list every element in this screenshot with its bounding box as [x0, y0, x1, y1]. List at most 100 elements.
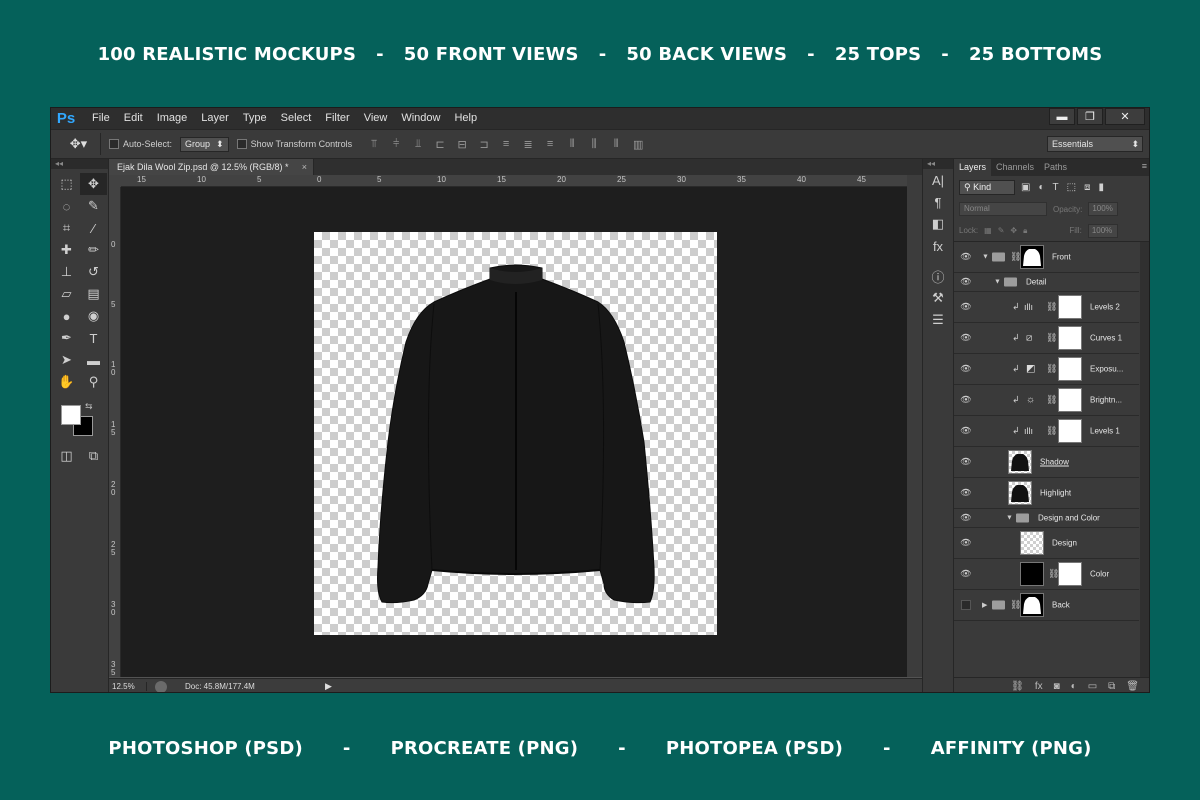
eye-icon[interactable]: 👁︎	[959, 302, 973, 313]
move-tool-icon[interactable]: ✥	[80, 173, 107, 195]
hand-tool-icon[interactable]: ✋	[53, 371, 80, 393]
layer-row[interactable]: 👁︎ ▼ Detail	[954, 273, 1139, 292]
restore-button[interactable]: ❐	[1077, 108, 1103, 125]
eye-icon[interactable]: 👁︎	[959, 457, 973, 468]
distribute-bottom-icon[interactable]: ≡	[544, 138, 556, 151]
adjustment-filter-icon[interactable]: ◐	[1038, 182, 1044, 193]
path-selection-tool-icon[interactable]: ➤	[53, 349, 80, 371]
document-canvas[interactable]	[314, 232, 717, 635]
menu-image[interactable]: Image	[150, 108, 195, 129]
eye-icon[interactable]: 👁︎	[959, 364, 973, 375]
close-button[interactable]: ✕	[1105, 108, 1145, 125]
rectangle-tool-icon[interactable]: ▬	[80, 349, 107, 371]
canvas-vertical-scrollbar[interactable]	[907, 175, 922, 677]
visibility-toggle[interactable]	[961, 600, 971, 610]
distribute-hcenter-icon[interactable]: ⫼	[588, 138, 600, 151]
add-mask-icon[interactable]: ◙	[1054, 681, 1060, 692]
expand-arrow-icon[interactable]: ▼	[982, 254, 989, 261]
glyphs-panel-icon[interactable]: ◧	[923, 213, 953, 235]
type-tool-icon[interactable]: T	[80, 327, 107, 349]
quick-select-tool-icon[interactable]: ✎	[80, 195, 107, 217]
menu-view[interactable]: View	[357, 108, 395, 129]
menu-type[interactable]: Type	[236, 108, 274, 129]
layers-scrollbar[interactable]	[1140, 242, 1149, 677]
expand-arrow-icon[interactable]: ▼	[994, 279, 1001, 286]
lock-position-icon[interactable]: ✥	[1010, 226, 1017, 235]
blur-tool-icon[interactable]: ●	[53, 305, 80, 327]
trash-icon[interactable]: 🗑︎	[1126, 681, 1139, 692]
link-layers-icon[interactable]: ⛓	[1011, 681, 1024, 692]
lock-pixels-icon[interactable]: ✎	[998, 226, 1005, 235]
layer-row[interactable]: 👁︎ ↲ ıllı ⛓ Levels 2	[954, 292, 1139, 323]
show-transform-checkbox[interactable]	[236, 139, 247, 149]
eye-icon[interactable]: 👁︎	[959, 395, 973, 406]
eye-icon[interactable]: 👁︎	[959, 333, 973, 344]
document-tab[interactable]: Ejak Dila Wool Zip.psd @ 12.5% (RGB/8) *…	[109, 159, 314, 175]
move-tool-preset-icon[interactable]: ✥▾	[57, 133, 101, 155]
tab-channels[interactable]: Channels	[991, 159, 1039, 176]
dodge-tool-icon[interactable]: ◉	[80, 305, 107, 327]
status-menu-arrow-icon[interactable]: ▶	[325, 681, 332, 692]
layer-row[interactable]: 👁︎ ↲ ıllı ⛓ Levels 1	[954, 416, 1139, 447]
eye-icon[interactable]: 👁︎	[959, 426, 973, 437]
minimize-button[interactable]: ▬	[1049, 108, 1075, 125]
expand-panels-icon[interactable]: ◂◂	[923, 159, 953, 169]
align-top-icon[interactable]: ⫪	[368, 138, 380, 151]
layer-row[interactable]: 👁︎ ⛓ Color	[954, 559, 1139, 590]
menu-filter[interactable]: Filter	[318, 108, 356, 129]
properties-panel-icon[interactable]: ☰	[923, 309, 953, 331]
zoom-level[interactable]: 12.5%	[109, 682, 147, 691]
collapse-icon[interactable]: ◂◂	[51, 159, 108, 169]
menu-select[interactable]: Select	[274, 108, 319, 129]
layer-row[interactable]: 👁︎ Highlight	[954, 478, 1139, 509]
new-layer-icon[interactable]: ⧉	[1108, 681, 1115, 692]
foreground-color-swatch[interactable]	[61, 405, 81, 425]
crop-tool-icon[interactable]: ⌗	[53, 217, 80, 239]
marquee-tool-icon[interactable]: ⬚	[53, 173, 80, 195]
shape-filter-icon[interactable]: ⬚	[1067, 182, 1076, 193]
new-adjustment-icon[interactable]: ◐	[1071, 681, 1077, 692]
align-hcenter-icon[interactable]: ⊟	[456, 138, 468, 151]
align-vcenter-icon[interactable]: ⫩	[390, 138, 402, 151]
auto-align-icon[interactable]: ▥	[632, 138, 644, 151]
eyedropper-tool-icon[interactable]: ⁄	[80, 217, 107, 239]
eye-icon[interactable]: 👁︎	[959, 538, 973, 549]
canvas-area[interactable]	[121, 187, 907, 677]
layer-row[interactable]: 👁︎ Shadow	[954, 447, 1139, 478]
expand-arrow-icon[interactable]: ▼	[1006, 515, 1013, 522]
clone-stamp-tool-icon[interactable]: ⊥	[53, 261, 80, 283]
layer-row[interactable]: 👁︎ ↲ ◩ ⛓ Exposu...	[954, 354, 1139, 385]
close-icon[interactable]: ×	[302, 159, 307, 175]
expand-arrow-icon[interactable]: ▶	[982, 601, 987, 609]
eye-icon[interactable]: 👁︎	[959, 513, 973, 524]
kind-filter-dropdown[interactable]: ⚲ Kind	[959, 179, 1015, 195]
eye-icon[interactable]: 👁︎	[959, 252, 973, 263]
align-bottom-icon[interactable]: ⫫	[412, 138, 424, 151]
screen-mode-icon[interactable]: ⧉	[80, 445, 107, 467]
filter-toggle-icon[interactable]: ▮	[1098, 182, 1104, 193]
pixel-filter-icon[interactable]: ▣	[1021, 182, 1030, 193]
distribute-right-icon[interactable]: ⦀	[610, 138, 622, 151]
eye-icon[interactable]: 👁︎	[959, 488, 973, 499]
status-info-icon[interactable]	[155, 680, 167, 692]
lasso-tool-icon[interactable]: ◌	[53, 195, 80, 217]
panel-menu-icon[interactable]: ≡	[1142, 161, 1147, 171]
eraser-tool-icon[interactable]: ▱	[53, 283, 80, 305]
quick-mask-icon[interactable]: ◫	[53, 445, 80, 467]
menu-file[interactable]: File	[85, 108, 117, 129]
swap-colors-icon[interactable]: ⇆	[85, 401, 93, 412]
distribute-top-icon[interactable]: ≡	[500, 138, 512, 151]
menu-edit[interactable]: Edit	[117, 108, 150, 129]
smart-object-filter-icon[interactable]: ⧈	[1084, 182, 1090, 193]
layer-row[interactable]: 👁︎ ↲ ⧄ ⛓ Curves 1	[954, 323, 1139, 354]
menu-window[interactable]: Window	[394, 108, 447, 129]
layer-row[interactable]: 👁︎ Design	[954, 528, 1139, 559]
workspace-dropdown[interactable]: Essentials ⬍	[1047, 136, 1143, 152]
paragraph-panel-icon[interactable]: ¶	[923, 191, 953, 213]
eye-icon[interactable]: 👁︎	[959, 569, 973, 580]
opacity-input[interactable]: 100%	[1088, 202, 1119, 216]
new-group-icon[interactable]: ▭	[1088, 681, 1097, 692]
layer-row[interactable]: 👁︎ ↲ ☼ ⛓ Brightn...	[954, 385, 1139, 416]
brush-tool-icon[interactable]: ✏	[80, 239, 107, 261]
character-panel-icon[interactable]: A|	[923, 169, 953, 191]
